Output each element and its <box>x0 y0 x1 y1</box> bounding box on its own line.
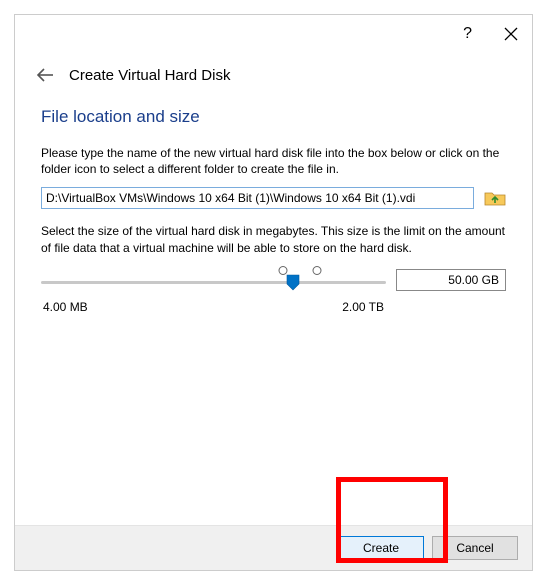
dialog-header: Create Virtual Hard Disk <box>15 53 532 95</box>
dialog-title: Create Virtual Hard Disk <box>69 67 230 84</box>
back-arrow-icon[interactable] <box>35 65 55 85</box>
cancel-button[interactable]: Cancel <box>432 536 518 560</box>
path-row <box>41 187 506 209</box>
slider-labels: 4.00 MB 2.00 TB <box>41 300 386 314</box>
size-slider-row: 50.00 GB <box>41 266 506 294</box>
size-description: Select the size of the virtual hard disk… <box>41 223 506 255</box>
location-description: Please type the name of the new virtual … <box>41 145 506 177</box>
titlebar: ? <box>15 15 532 53</box>
browse-folder-icon[interactable] <box>484 188 506 208</box>
size-value-box[interactable]: 50.00 GB <box>396 269 506 291</box>
dialog-content: File location and size Please type the n… <box>15 95 532 525</box>
size-slider[interactable] <box>41 266 386 294</box>
slider-thumb[interactable] <box>286 274 300 291</box>
section-title: File location and size <box>41 107 506 127</box>
dialog-footer: Create Cancel <box>15 525 532 570</box>
close-icon[interactable] <box>504 27 518 41</box>
file-path-input[interactable] <box>41 187 474 209</box>
create-button[interactable]: Create <box>338 536 424 560</box>
dialog-window: ? Create Virtual Hard Disk File location… <box>14 14 533 571</box>
help-icon[interactable]: ? <box>463 26 472 42</box>
slider-max-label: 2.00 TB <box>342 300 384 314</box>
slider-min-label: 4.00 MB <box>43 300 88 314</box>
